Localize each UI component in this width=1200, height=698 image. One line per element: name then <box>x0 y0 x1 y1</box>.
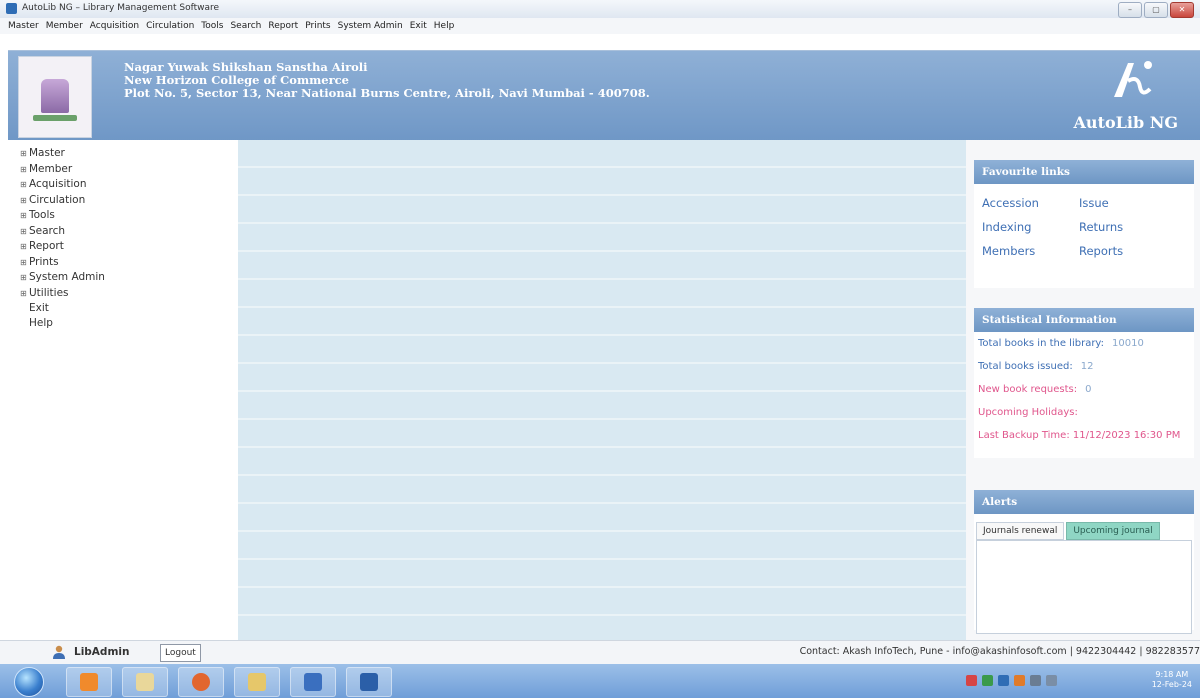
app-icon <box>6 3 17 14</box>
nav-item-acquisition[interactable]: ⊞ Acquisition <box>20 177 238 193</box>
right-panel: Favourite links Accession Issue Indexing… <box>966 140 1200 640</box>
taskbar-clock[interactable]: 9:18 AM 12-Feb-24 <box>1152 670 1192 690</box>
menu-exit[interactable]: Exit <box>410 18 427 34</box>
expand-icon[interactable]: ⊞ <box>20 209 29 224</box>
nav-item-tools[interactable]: ⊞ Tools <box>20 208 238 224</box>
organization-info: Nagar Yuwak Shikshan Sanstha Airoli New … <box>124 61 650 100</box>
menu-master[interactable]: Master <box>8 18 39 34</box>
menu-system-admin[interactable]: System Admin <box>338 18 403 34</box>
expand-icon[interactable]: ⊞ <box>20 194 29 209</box>
nav-item-exit[interactable]: Exit <box>20 301 238 316</box>
tray-icon[interactable] <box>1014 675 1025 686</box>
window-titlebar: AutoLib NG – Library Management Software… <box>0 0 1200 19</box>
link-returns[interactable]: Returns <box>1079 220 1169 234</box>
network-icon[interactable] <box>1030 675 1041 686</box>
nav-item-utilities[interactable]: ⊞ Utilities <box>20 286 238 302</box>
menu-acquisition[interactable]: Acquisition <box>90 18 139 34</box>
header-banner: Nagar Yuwak Shikshan Sanstha Airoli New … <box>8 50 1200 141</box>
alerts-title: Alerts <box>974 490 1194 514</box>
nav-item-master[interactable]: ⊞ Master <box>20 146 238 162</box>
link-indexing[interactable]: Indexing <box>982 220 1079 234</box>
link-reports[interactable]: Reports <box>1079 244 1169 258</box>
stat-total-books: Total books in the library: 10010 <box>978 338 1144 349</box>
nav-item-prints[interactable]: ⊞ Prints <box>20 255 238 271</box>
tray-icon[interactable] <box>998 675 1009 686</box>
tab-journals-renewal[interactable]: Journals renewal <box>976 522 1065 540</box>
taskbar-folder-icon[interactable] <box>234 667 280 697</box>
expand-icon[interactable]: ⊞ <box>20 163 29 178</box>
alerts-content <box>976 540 1192 634</box>
favourite-links-box: Favourite links Accession Issue Indexing… <box>974 160 1194 288</box>
brand-name: AutoLib NG <box>1073 113 1178 132</box>
start-button[interactable] <box>14 667 44 697</box>
nav-item-help[interactable]: Help <box>20 316 238 331</box>
college-logo <box>18 56 92 138</box>
contact-info: Contact: Akash InfoTech, Pune - info@aka… <box>799 646 1200 657</box>
username: LibAdmin <box>74 646 130 658</box>
taskbar-firefox-icon[interactable] <box>178 667 224 697</box>
expand-icon[interactable]: ⊞ <box>20 240 29 255</box>
stat-books-issued: Total books issued: 12 <box>978 361 1094 372</box>
taskbar-app-generic[interactable] <box>66 667 112 697</box>
expand-icon[interactable]: ⊞ <box>20 225 29 240</box>
autolib-logo-icon <box>1114 61 1152 97</box>
menubar: Master Member Acquisition Circulation To… <box>0 18 1200 34</box>
menu-member[interactable]: Member <box>46 18 83 34</box>
link-members[interactable]: Members <box>982 244 1079 258</box>
statistical-info-title: Statistical Information <box>974 308 1194 332</box>
stat-last-backup: Last Backup Time: 11/12/2023 16:30 PM <box>978 430 1181 441</box>
window-title: AutoLib NG – Library Management Software <box>22 3 220 13</box>
menu-report[interactable]: Report <box>268 18 298 34</box>
stat-upcoming-holidays: Upcoming Holidays: <box>978 407 1078 418</box>
tab-upcoming-journal[interactable]: Upcoming journal <box>1066 522 1160 540</box>
logout-button[interactable]: Logout <box>160 644 201 662</box>
favourite-links-title: Favourite links <box>974 160 1194 184</box>
nav-item-member[interactable]: ⊞ Member <box>20 162 238 178</box>
college-emblem-icon <box>41 79 69 113</box>
taskbar-word-icon[interactable] <box>290 667 336 697</box>
stat-new-book-requests: New book requests: 0 <box>978 384 1092 395</box>
expand-icon[interactable]: ⊞ <box>20 271 29 286</box>
nav-item-circulation[interactable]: ⊞ Circulation <box>20 193 238 209</box>
menu-prints[interactable]: Prints <box>305 18 330 34</box>
tray-icon[interactable] <box>966 675 977 686</box>
minimize-button[interactable]: – <box>1118 2 1142 18</box>
nav-item-system-admin[interactable]: ⊞ System Admin <box>20 270 238 286</box>
statistical-info-box: Statistical Information Total books in t… <box>974 308 1194 458</box>
expand-icon[interactable]: ⊞ <box>20 287 29 302</box>
taskbar: 9:18 AM 12-Feb-24 <box>0 664 1200 698</box>
main-workspace <box>238 140 966 640</box>
expand-icon[interactable]: ⊞ <box>20 147 29 162</box>
nav-item-report[interactable]: ⊞ Report <box>20 239 238 255</box>
menu-tools[interactable]: Tools <box>201 18 223 34</box>
alerts-box: Alerts Journals renewal Upcoming journal <box>974 490 1194 634</box>
expand-icon[interactable]: ⊞ <box>20 256 29 271</box>
taskbar-app-files[interactable] <box>122 667 168 697</box>
user-icon <box>53 645 65 659</box>
college-address: Plot No. 5, Sector 13, Near National Bur… <box>124 86 650 100</box>
nav-item-search[interactable]: ⊞ Search <box>20 224 238 240</box>
tray-icon[interactable] <box>982 675 993 686</box>
system-tray: 9:18 AM 12-Feb-24 <box>956 667 1196 695</box>
menu-circulation[interactable]: Circulation <box>146 18 194 34</box>
menu-help[interactable]: Help <box>434 18 455 34</box>
status-bar: LibAdmin Logout Contact: Akash InfoTech,… <box>0 640 1200 665</box>
close-button[interactable]: ✕ <box>1170 2 1194 18</box>
menu-search[interactable]: Search <box>230 18 261 34</box>
volume-icon[interactable] <box>1046 675 1057 686</box>
maximize-button[interactable]: ▢ <box>1144 2 1168 18</box>
taskbar-autolib-icon[interactable] <box>346 667 392 697</box>
link-issue[interactable]: Issue <box>1079 196 1169 210</box>
left-nav-tree: ⊞ Master ⊞ Member ⊞ Acquisition ⊞ Circulatio… <box>8 140 239 640</box>
link-accession[interactable]: Accession <box>982 196 1079 210</box>
expand-icon[interactable]: ⊞ <box>20 178 29 193</box>
